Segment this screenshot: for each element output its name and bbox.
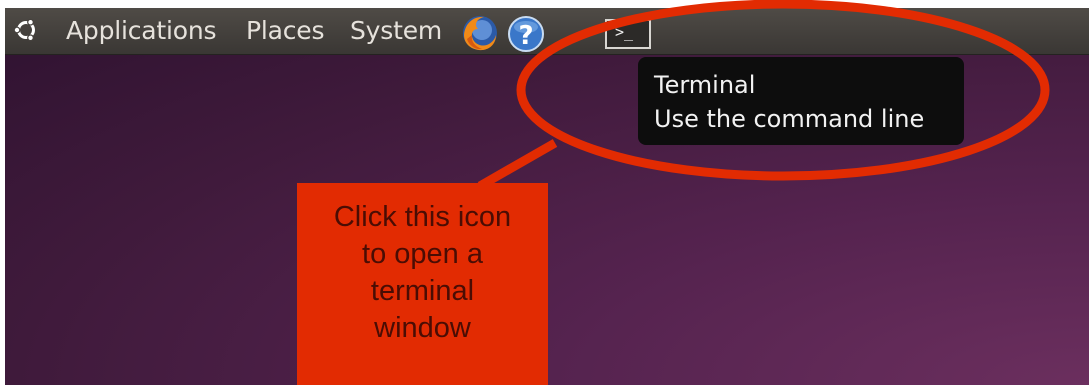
terminal-tooltip: Terminal Use the command line xyxy=(638,57,964,145)
svg-text:?: ? xyxy=(518,21,533,51)
top-panel: Applications Places System ? >_ xyxy=(5,8,1089,55)
callout-line: Click this icon xyxy=(333,201,512,233)
menu-system[interactable]: System xyxy=(350,16,442,46)
callout-line: window xyxy=(374,312,471,344)
terminal-prompt: >_ xyxy=(615,23,634,41)
help-icon[interactable]: ? xyxy=(506,15,546,53)
firefox-icon[interactable] xyxy=(460,13,500,53)
instruction-callout: Click this icon to open a terminal windo… xyxy=(297,183,548,385)
menu-places[interactable]: Places xyxy=(246,16,324,46)
tooltip-description: Use the command line xyxy=(654,105,925,133)
terminal-icon[interactable]: >_ xyxy=(605,19,651,49)
callout-line: terminal xyxy=(370,275,475,307)
ubuntu-logo-icon[interactable] xyxy=(14,18,38,42)
menu-applications[interactable]: Applications xyxy=(66,16,217,46)
callout-line: to open a xyxy=(362,238,483,270)
tooltip-title: Terminal xyxy=(654,71,756,99)
